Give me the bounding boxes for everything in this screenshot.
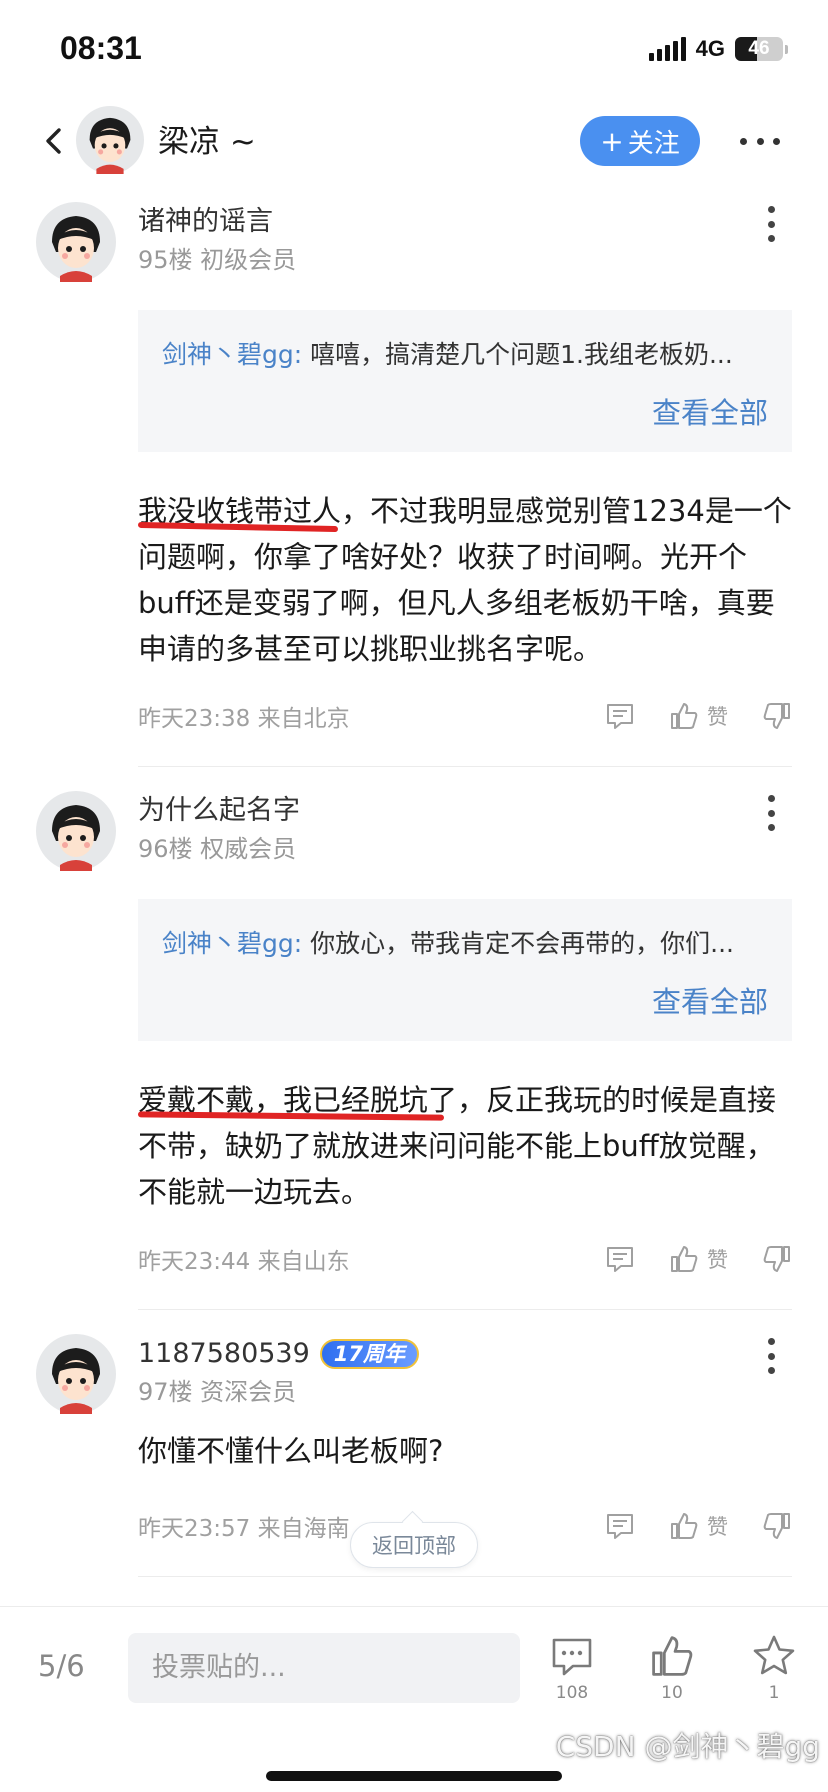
reply-input[interactable]: 投票贴的... <box>128 1633 520 1703</box>
post-body: 你懂不懂什么叫老板啊? <box>138 1428 792 1474</box>
reply-post: 为什么起名字 96楼 权威会员 剑神丶碧gg: 你放心，带我肯定不会再带的，你们… <box>0 767 828 1281</box>
status-bar: 08:31 4G 46 <box>0 0 828 96</box>
comments-button[interactable]: 108 <box>542 1633 602 1703</box>
plus-icon: + <box>600 124 624 158</box>
post-user-name[interactable]: 为什么起名字 <box>138 791 792 831</box>
like-label: 赞 <box>707 1248 728 1272</box>
post-more-icon[interactable] <box>768 206 776 242</box>
like-post-button[interactable]: 10 <box>642 1633 702 1703</box>
quoted-reply[interactable]: 剑神丶碧gg: 你放心，带我肯定不会再带的，你们... 查看全部 <box>138 899 792 1041</box>
quote-line: 剑神丶碧gg: 你放心，带我肯定不会再带的，你们... <box>162 925 768 963</box>
post-time: 昨天23:44 来自山东 <box>138 1249 350 1275</box>
back-icon[interactable] <box>40 126 70 156</box>
likes-count: 10 <box>661 1683 683 1703</box>
thumbs-down-icon[interactable] <box>762 1511 792 1541</box>
post-footer: 昨天23:38 来自北京 赞 <box>138 694 792 738</box>
post-floor-meta: 97楼 资深会员 <box>138 1378 297 1406</box>
thread-header: 梁凉 ~ + 关注 <box>0 96 828 188</box>
comment-icon <box>552 1638 592 1676</box>
more-options-icon[interactable] <box>740 126 780 156</box>
favorite-button[interactable]: 1 <box>744 1633 804 1703</box>
post-actions: 赞 <box>605 1511 792 1541</box>
like-button[interactable]: 赞 <box>669 1244 728 1274</box>
like-label: 赞 <box>707 1515 728 1539</box>
anniversary-badge[interactable]: 17周年 <box>319 1339 420 1369</box>
battery-icon: 46 <box>735 37 783 61</box>
post-footer: 昨天23:44 来自山东 赞 <box>138 1237 792 1281</box>
thumbs-up-icon <box>652 1636 693 1676</box>
post-body: 我没收钱带过人，不过我明显感觉别管1234是一个问题啊，你拿了啥好处？收获了时间… <box>137 488 792 672</box>
quote-author[interactable]: 剑神丶碧gg: <box>162 340 302 369</box>
post-body-text: 你懂不懂什么叫老板啊? <box>138 1434 444 1468</box>
post-time: 昨天23:38 来自北京 <box>138 706 350 732</box>
thumbs-down-icon[interactable] <box>762 1244 792 1274</box>
header-user-name[interactable]: 梁凉 ~ <box>158 116 256 161</box>
post-actions: 赞 <box>605 1244 792 1274</box>
post-user-row: 1187580539 17周年 <box>138 1334 792 1374</box>
reply-icon[interactable] <box>605 701 635 731</box>
quote-text: 你放心，带我肯定不会再带的，你们... <box>310 929 734 958</box>
post-body: 爱戴不戴，我已经脱坑了，反正我玩的时候是直接不带，缺奶了就放进来问问能不能上bu… <box>137 1077 792 1215</box>
thumbs-up-icon <box>671 1246 698 1272</box>
post-actions: 赞 <box>605 701 792 731</box>
divider <box>138 1576 792 1577</box>
avatar[interactable] <box>76 106 144 174</box>
like-label: 赞 <box>707 705 728 729</box>
view-all-link[interactable]: 查看全部 <box>162 979 768 1021</box>
back-to-top-button[interactable]: 返回顶部 <box>350 1522 478 1568</box>
post-user-name[interactable]: 诸神的谣言 <box>138 202 792 242</box>
status-indicators: 4G 46 <box>648 36 788 62</box>
post-more-icon[interactable] <box>768 795 776 831</box>
avatar[interactable] <box>36 791 116 871</box>
follow-button[interactable]: + 关注 <box>580 116 700 166</box>
signal-icon <box>648 37 686 61</box>
quoted-reply[interactable]: 剑神丶碧gg: 嘻嘻，搞清楚几个问题1.我组老板奶... 查看全部 <box>138 310 792 452</box>
avatar[interactable] <box>36 1334 116 1414</box>
bottom-bar: 5/6 投票贴的... 108 10 1 CSDN @剑神丶碧gg <box>0 1606 828 1792</box>
thumbs-up-icon <box>671 703 698 729</box>
quote-line: 剑神丶碧gg: 嘻嘻，搞清楚几个问题1.我组老板奶... <box>162 336 768 374</box>
favorites-count: 1 <box>768 1683 780 1703</box>
post-user-name[interactable]: 1187580539 <box>138 1334 310 1374</box>
thumbs-down-icon[interactable] <box>762 701 792 731</box>
post-more-icon[interactable] <box>768 1338 776 1374</box>
like-button[interactable]: 赞 <box>669 701 728 731</box>
reply-post: 诸神的谣言 95楼 初级会员 剑神丶碧gg: 嘻嘻，搞清楚几个问题1.我组老板奶… <box>0 190 828 738</box>
view-all-link[interactable]: 查看全部 <box>162 390 768 432</box>
thumbs-up-icon <box>671 1513 698 1539</box>
comments-count: 108 <box>555 1683 589 1703</box>
reply-feed: 诸神的谣言 95楼 初级会员 剑神丶碧gg: 嘻嘻，搞清楚几个问题1.我组老板奶… <box>0 190 828 1600</box>
status-time: 08:31 <box>60 30 142 66</box>
network-type: 4G <box>695 36 725 61</box>
quote-author[interactable]: 剑神丶碧gg: <box>162 929 302 958</box>
reply-icon[interactable] <box>605 1244 635 1274</box>
quote-text: 嘻嘻，搞清楚几个问题1.我组老板奶... <box>310 340 733 369</box>
post-floor-meta: 95楼 初级会员 <box>138 246 297 274</box>
star-icon <box>753 1635 795 1675</box>
reply-icon[interactable] <box>605 1511 635 1541</box>
watermark: CSDN @剑神丶碧gg <box>555 1730 820 1763</box>
like-button[interactable]: 赞 <box>669 1511 728 1541</box>
follow-label: 关注 <box>627 128 680 159</box>
page-indicator[interactable]: 5/6 <box>38 1649 85 1683</box>
home-indicator <box>266 1771 562 1781</box>
battery-tip <box>785 44 788 54</box>
avatar[interactable] <box>36 202 116 282</box>
post-floor-meta: 96楼 权威会员 <box>138 835 297 863</box>
battery-level: 46 <box>748 38 770 59</box>
